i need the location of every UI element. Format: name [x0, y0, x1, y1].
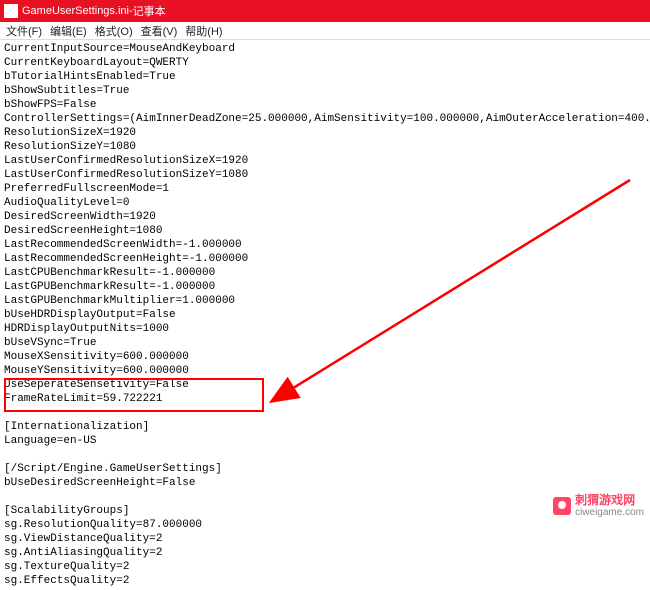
menu-view[interactable]: 查看(V)	[141, 23, 178, 39]
menubar: 文件(F) 编辑(E) 格式(O) 查看(V) 帮助(H)	[0, 22, 650, 40]
menu-file[interactable]: 文件(F)	[6, 23, 42, 39]
title-filename: GameUserSettings.ini	[22, 5, 129, 17]
watermark-brand: 刺猬游戏网	[575, 494, 644, 507]
menu-help[interactable]: 帮助(H)	[185, 23, 222, 39]
watermark-url: ciweigame.com	[575, 507, 644, 518]
menu-edit[interactable]: 编辑(E)	[50, 23, 87, 39]
title-app: 记事本	[133, 3, 166, 19]
notepad-icon	[4, 4, 18, 18]
watermark: 刺猬游戏网 ciweigame.com	[553, 494, 644, 518]
window-titlebar: GameUserSettings.ini - 记事本	[0, 0, 650, 22]
menu-format[interactable]: 格式(O)	[95, 23, 133, 39]
watermark-logo-icon	[553, 497, 571, 515]
